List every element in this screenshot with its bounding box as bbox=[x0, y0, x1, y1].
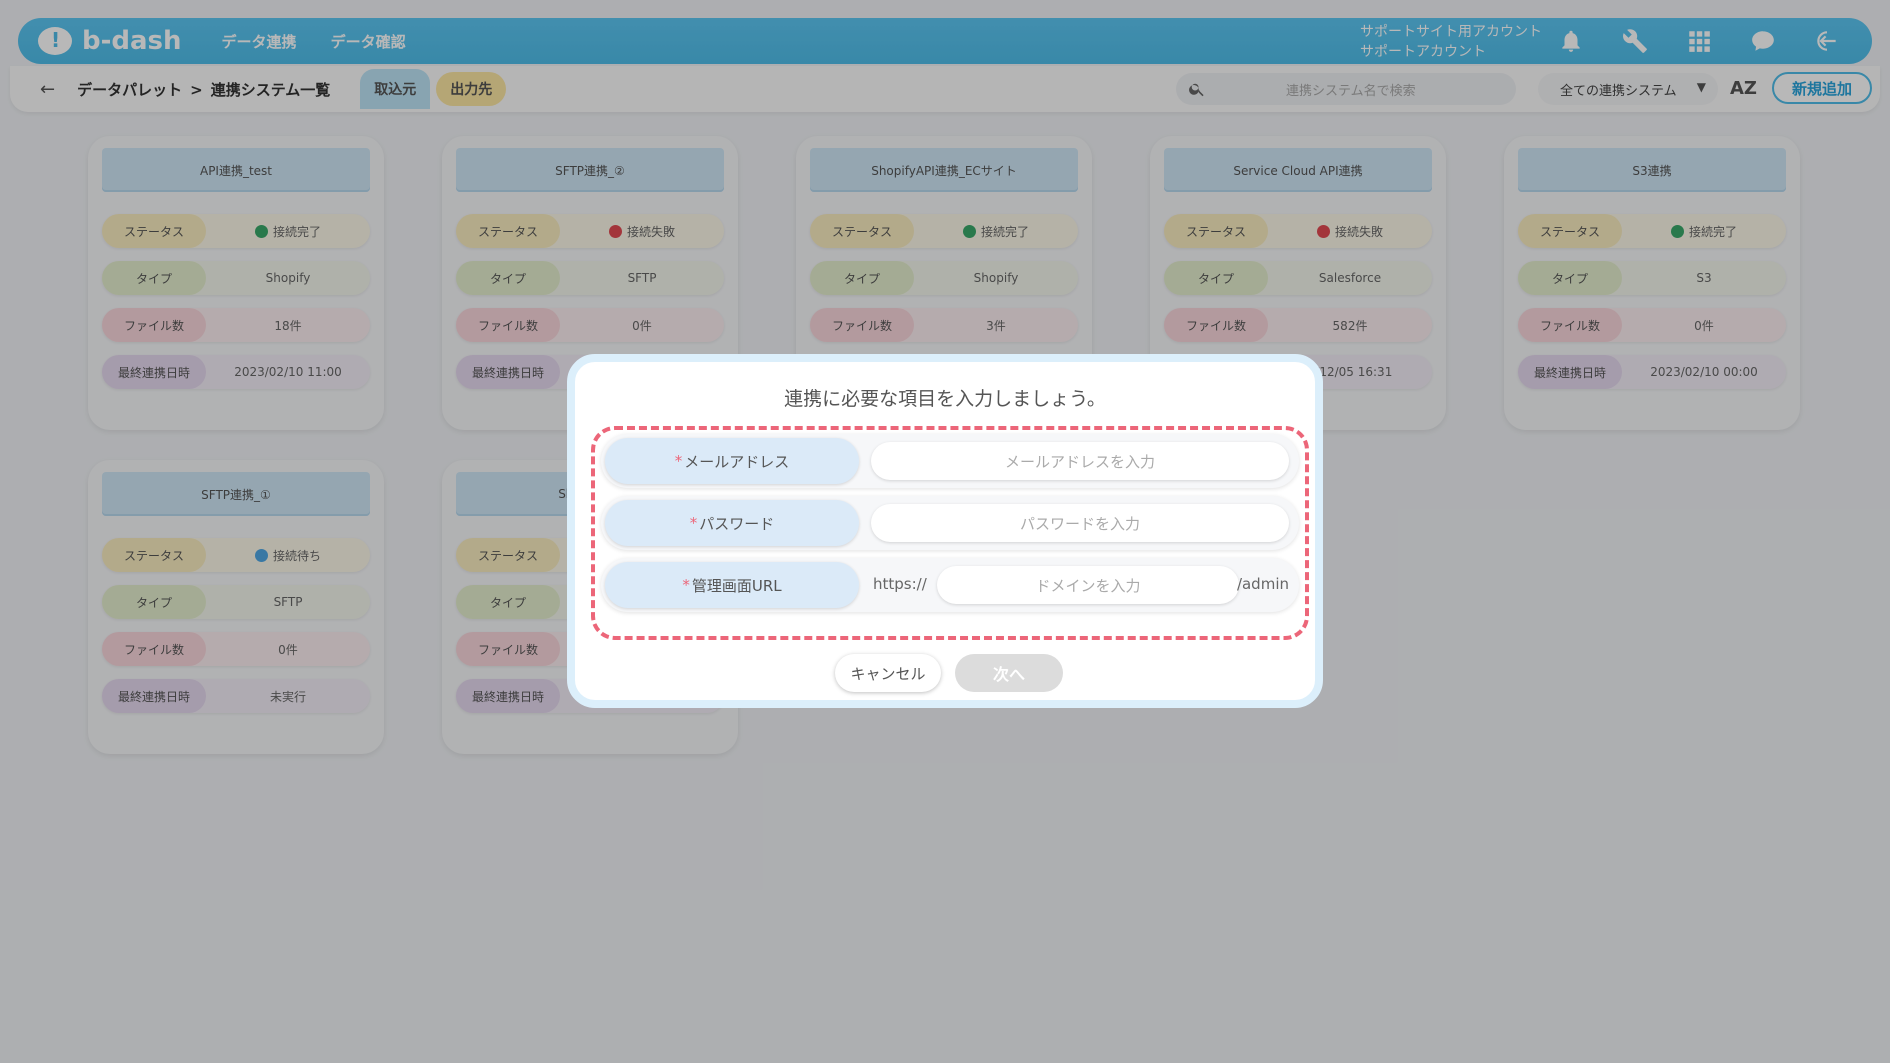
email-field[interactable]: メールアドレスを入力 bbox=[871, 442, 1289, 480]
admin-url-label: * 管理画面URL bbox=[605, 562, 859, 608]
admin-url-row: * 管理画面URL https:// ドメインを入力 /admin bbox=[601, 558, 1299, 612]
url-suffix: /admin bbox=[1236, 575, 1289, 593]
required-mark: * bbox=[674, 452, 683, 470]
required-mark: * bbox=[682, 576, 690, 594]
password-label-text: パスワード bbox=[699, 514, 775, 533]
connection-settings-modal: 連携に必要な項目を入力しましょう。 * メールアドレス メールアドレスを入力 *… bbox=[567, 354, 1323, 708]
email-label-text: メールアドレス bbox=[684, 452, 790, 471]
password-row: * パスワード パスワードを入力 bbox=[601, 496, 1299, 550]
cancel-button[interactable]: キャンセル bbox=[835, 654, 941, 692]
next-button[interactable]: 次へ bbox=[955, 654, 1063, 692]
modal-title: 連携に必要な項目を入力しましょう。 bbox=[784, 388, 1106, 410]
email-row: * メールアドレス メールアドレスを入力 bbox=[601, 434, 1299, 488]
password-field[interactable]: パスワードを入力 bbox=[871, 504, 1289, 542]
email-label: * メールアドレス bbox=[605, 438, 859, 484]
url-prefix: https:// bbox=[873, 575, 927, 593]
password-label: * パスワード bbox=[605, 500, 859, 546]
required-mark: * bbox=[689, 514, 698, 532]
admin-url-label-text: 管理画面URL bbox=[691, 576, 782, 595]
domain-field[interactable]: ドメインを入力 bbox=[937, 566, 1239, 604]
